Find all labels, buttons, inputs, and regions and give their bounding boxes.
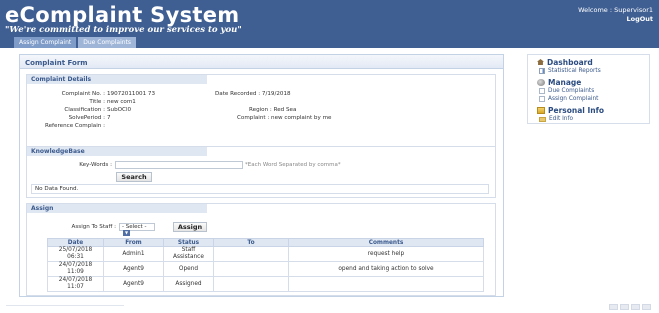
row-status: Assigned <box>163 276 214 292</box>
tab-assign-complaint[interactable]: Assign Complaint <box>14 37 77 48</box>
table-row: 25/07/2018 06:31 Admin1 Staff Assistance… <box>47 246 484 262</box>
sidebar-item-label: Assign Complaint <box>548 96 599 102</box>
pager-box[interactable] <box>620 304 629 310</box>
row-date: 25/07/2018 06:31 <box>47 246 104 262</box>
assign-heading: Assign <box>27 204 207 213</box>
no-data-message: No Data Found. <box>31 184 489 194</box>
keywords-hint: *Each Word Separated by comma* <box>245 162 341 168</box>
col-from: From <box>103 238 164 247</box>
complaint-text: Complaint : new complaint by me <box>237 115 332 121</box>
assign-to-label: Assign To Staff : <box>71 224 116 230</box>
app-brand: eComplaint System <box>5 3 240 27</box>
row-date: 24/07/2018 11:07 <box>47 276 104 292</box>
complaint-no-value: 19072011001 73 <box>107 91 156 97</box>
complaint-form-panel: Complaint Form Complaint Details Complai… <box>19 54 504 297</box>
region-value: Region : Red Sea <box>249 107 297 113</box>
complaint-no-label: Complaint No. : <box>61 91 105 97</box>
sidebar-item-edit-info[interactable]: Edit Info <box>537 115 649 123</box>
row-from: Agent9 <box>103 261 164 277</box>
table-row: 24/07/2018 11:07 Agent9 Assigned <box>47 276 484 292</box>
folder-icon <box>537 106 545 114</box>
row-from: Admin1 <box>103 246 164 262</box>
pager-box[interactable] <box>642 304 651 310</box>
footer-pager <box>609 304 651 310</box>
row-status: Opend <box>163 261 214 277</box>
row-comments: opend and taking action to solve <box>288 261 484 277</box>
top-tabs: Assign Complaint Due Complaints <box>14 37 137 48</box>
complaint-details-section: Complaint Details Complaint No. : 190720… <box>26 74 496 150</box>
col-to: To <box>213 238 289 247</box>
solve-period-label: SolvePeriod : <box>68 115 105 121</box>
row-to <box>213 246 289 262</box>
sidebar-item-label: Statistical Reports <box>548 68 601 74</box>
home-icon <box>537 59 544 65</box>
staff-select[interactable]: - Select -▼ <box>119 223 155 236</box>
sidebar-item-statistical-reports[interactable]: Statistical Reports <box>537 67 649 75</box>
chevron-down-icon: ▼ <box>123 230 130 236</box>
sidebar-manage-label: Manage <box>548 77 582 87</box>
keywords-label: Key-Words : <box>79 162 112 168</box>
table-header-row: Date From Status To Comments <box>47 238 484 247</box>
solve-period-value: 7 <box>107 115 111 121</box>
report-icon <box>539 68 545 74</box>
footer-line <box>6 305 124 309</box>
sidebar-heading-dashboard[interactable]: Dashboard <box>537 57 649 67</box>
sidebar-heading-manage: Manage <box>537 77 649 87</box>
app-header: eComplaint System "We're committed to im… <box>0 0 659 48</box>
col-status: Status <box>163 238 214 247</box>
title-value: new com1 <box>107 99 136 105</box>
complaint-details-heading: Complaint Details <box>27 75 207 84</box>
search-button[interactable]: Search <box>116 172 152 182</box>
keywords-input[interactable] <box>115 161 243 169</box>
row-from: Agent9 <box>103 276 164 292</box>
sidebar-menu: Dashboard Statistical Reports Manage Due… <box>527 54 650 124</box>
row-status: Staff Assistance <box>163 246 214 262</box>
knowledgebase-heading: KnowledgeBase <box>27 147 207 156</box>
sidebar-item-label: Edit Info <box>549 116 574 122</box>
title-label: Title : <box>89 99 105 105</box>
reference-complain-label: Reference Complain : <box>44 123 105 129</box>
logout-link[interactable]: LogOut <box>578 15 653 24</box>
manage-icon <box>537 78 545 86</box>
col-date: Date <box>47 238 104 247</box>
sidebar-personal-info-label: Personal Info <box>548 105 605 115</box>
row-date: 24/07/2018 11:09 <box>47 261 104 277</box>
form-title: Complaint Form <box>20 55 503 69</box>
sidebar-dashboard-label: Dashboard <box>547 57 593 67</box>
document-icon <box>539 96 545 102</box>
assignment-history-table: Date From Status To Comments 25/07/2018 … <box>47 238 484 292</box>
col-comments: Comments <box>288 238 484 247</box>
assign-button[interactable]: Assign <box>173 222 207 232</box>
sidebar-heading-personal-info: Personal Info <box>537 105 649 115</box>
classification-label: Classification : <box>64 107 105 113</box>
sidebar-item-due-complaints[interactable]: Due Complaints <box>537 87 649 95</box>
knowledgebase-section: KnowledgeBase Key-Words : *Each Word Sep… <box>26 146 496 198</box>
document-icon <box>539 88 545 94</box>
pager-box[interactable] <box>631 304 640 310</box>
row-to <box>213 276 289 292</box>
app-tagline: "We're committed to improve our services… <box>5 25 242 35</box>
date-recorded: Date Recorded : 7/19/2018 <box>215 91 291 97</box>
sidebar-item-assign-complaint[interactable]: Assign Complaint <box>537 95 649 103</box>
assign-section: Assign Assign To Staff : - Select -▼ Ass… <box>26 203 496 296</box>
pager-box[interactable] <box>609 304 618 310</box>
welcome-area: Welcome : Supervisor1 LogOut <box>578 6 653 24</box>
welcome-text: Welcome : Supervisor1 <box>578 6 653 14</box>
table-row: 24/07/2018 11:09 Agent9 Opend opend and … <box>47 261 484 277</box>
classification-value: SubOCl0 <box>107 107 132 113</box>
sidebar-item-label: Due Complaints <box>548 88 595 94</box>
row-to <box>213 261 289 277</box>
edit-icon <box>539 116 546 122</box>
row-comments: request help <box>288 246 484 262</box>
tab-due-complaints[interactable]: Due Complaints <box>78 37 137 48</box>
row-comments <box>288 276 484 292</box>
